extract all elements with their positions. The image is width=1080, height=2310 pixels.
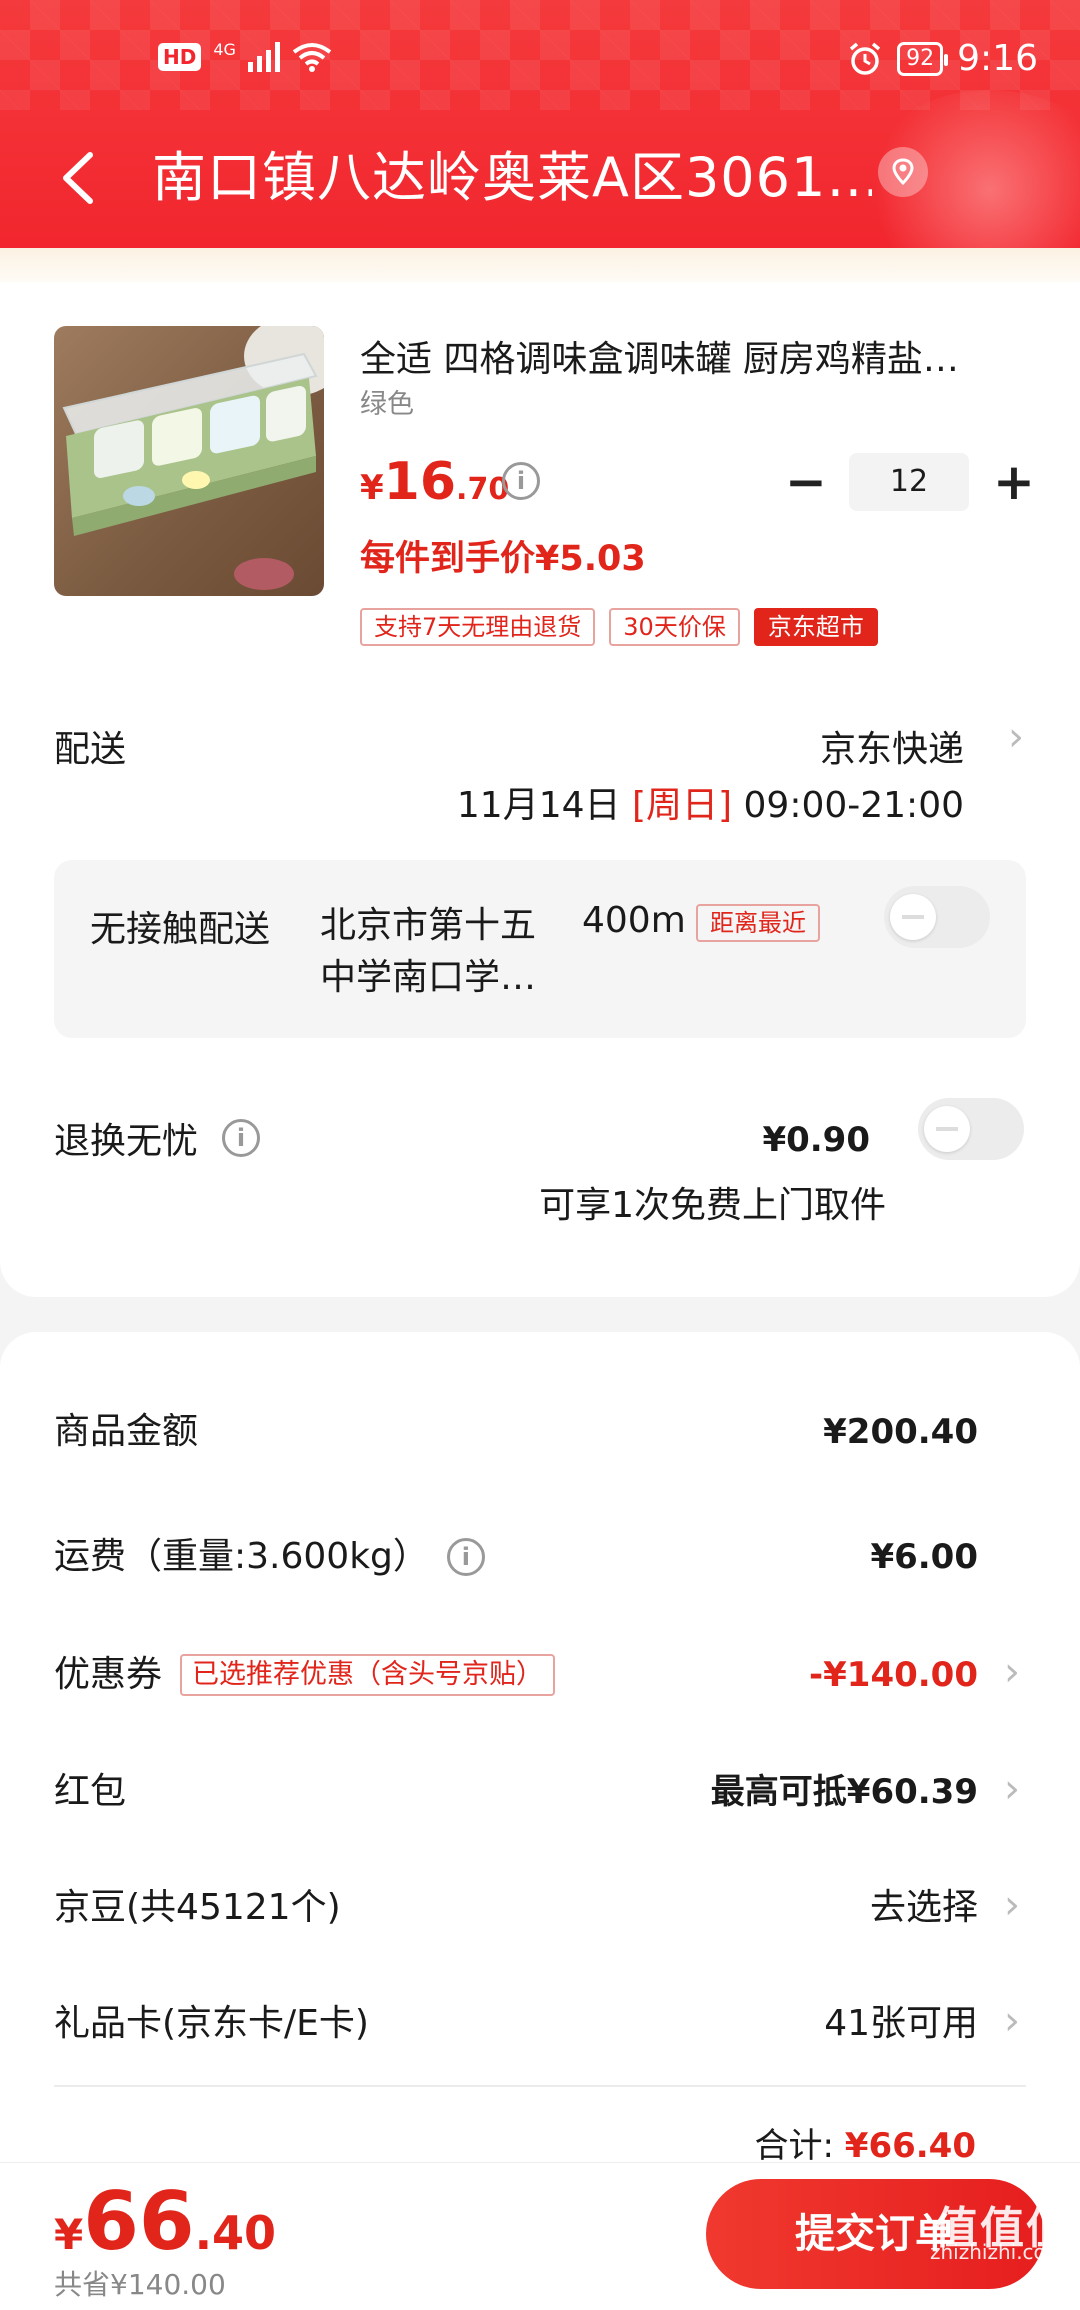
quantity-stepper: − 12 + [785, 452, 1035, 512]
toggle-knob [890, 894, 936, 940]
delivery-address[interactable]: 南口镇八达岭奥莱A区3061… [152, 143, 872, 213]
contactless-toggle[interactable] [884, 886, 990, 948]
gift-card-chevron-icon[interactable]: › [1004, 1998, 1020, 2044]
gift-card-value: 41张可用 [824, 2003, 978, 2044]
nav-bar: 南口镇八达岭奥莱A区3061… [0, 135, 1080, 225]
product-price: ¥16.70 [360, 452, 509, 512]
watermark-url: zhizhizhi.com [930, 2240, 1066, 2264]
total-decimal: .40 [194, 2206, 277, 2260]
total-integer: 66 [83, 2175, 195, 2268]
red-packet-label: 红包 [54, 1771, 127, 1812]
red-packet-chevron-icon[interactable]: › [1004, 1766, 1020, 1812]
location-pin-icon[interactable] [878, 147, 928, 197]
status-bar: HD 4G 92 9:16 [0, 30, 1080, 100]
battery-icon: 92 [897, 41, 949, 76]
return-service-title: 退换无忧 [54, 1121, 199, 1162]
shipping-info-icon[interactable]: i [446, 1538, 485, 1576]
product-image[interactable] [54, 326, 324, 596]
shipping-value: ¥6.00 [870, 1537, 978, 1577]
jd-beans-value: 去选择 [869, 1887, 978, 1928]
signal-icon [247, 41, 280, 72]
coupon-value: -¥140.00 [809, 1655, 978, 1695]
contactless-delivery-box: 无接触配送 北京市第十五中学南口学… 400m 距离最近 [54, 860, 1026, 1038]
hd-badge: HD [158, 42, 202, 71]
coupon-chevron-icon[interactable]: › [1004, 1649, 1020, 1695]
jd-beans-label: 京豆(共45121个) [54, 1887, 341, 1928]
contactless-label: 无接触配送 [90, 909, 271, 950]
tag-price-protect: 30天价保 [609, 608, 740, 646]
return-service-toggle[interactable] [918, 1098, 1024, 1160]
row-red-packet[interactable]: 红包 最高可抵¥60.39 › [54, 1762, 1026, 1822]
unit-price: 每件到手价¥5.03 [360, 539, 646, 579]
row-jd-beans[interactable]: 京豆(共45121个) 去选择 › [54, 1878, 1026, 1938]
spice-box-illustration [62, 326, 324, 590]
service-tags: 支持7天无理由退货 30天价保 京东超市 [360, 608, 878, 646]
delivery-method[interactable]: 京东快递 [820, 720, 964, 772]
subtotal-label: 合计: [754, 2126, 834, 2166]
back-icon[interactable] [52, 143, 112, 213]
row-gift-card[interactable]: 礼品卡(京东卡/E卡) 41张可用 › [54, 1994, 1026, 2054]
clock: 9:16 [957, 38, 1038, 79]
nearest-tag: 距离最近 [696, 904, 820, 942]
total-currency: ¥ [54, 2210, 84, 2259]
red-packet-value: 最高可抵¥60.39 [710, 1772, 978, 1812]
return-service-label: 退换无忧 i [54, 1112, 261, 1164]
quantity-input[interactable]: 12 [849, 453, 969, 511]
return-service-price: ¥0.90 [762, 1120, 870, 1160]
pickup-location: 北京市第十五中学南口学… [320, 905, 537, 998]
return-service-desc: 可享1次免费上门取件 [539, 1185, 886, 1226]
price-currency: ¥ [360, 468, 384, 508]
price-info-icon[interactable]: i [502, 462, 540, 500]
total-price: ¥66.40 [54, 2175, 276, 2268]
return-info-icon[interactable]: i [222, 1119, 261, 1157]
total-saved: 共省¥140.00 [54, 2268, 226, 2301]
wifi-icon [292, 42, 332, 72]
delivery-date: 11月14日 [456, 785, 621, 826]
tag-jd-supermarket: 京东超市 [753, 608, 878, 646]
product-title[interactable]: 全适 四格调味盒调味罐 厨房鸡精盐… [360, 330, 1020, 382]
alarm-icon [850, 42, 881, 75]
row-coupon[interactable]: 优惠券 已选推荐优惠（含头号京贴） -¥140.00 › [54, 1645, 1026, 1705]
delivery-window: 09:00-21:00 [743, 785, 964, 826]
goods-amount-value: ¥200.40 [823, 1412, 978, 1452]
row-shipping: 运费（重量:3.600kg） i ¥6.00 [54, 1527, 1026, 1587]
subtotal-value: ¥66.40 [844, 2126, 976, 2166]
decrease-button[interactable]: − [785, 454, 827, 510]
coupon-label: 优惠券 [54, 1654, 163, 1695]
delivery-time[interactable]: 11月14日 [周日] 09:00-21:00 [457, 776, 964, 828]
coupon-tag: 已选推荐优惠（含头号京贴） [180, 1654, 556, 1696]
delivery-chevron-icon[interactable]: › [1008, 714, 1024, 760]
price-integer: 16 [383, 452, 457, 512]
summary-divider [54, 2085, 1026, 2087]
shipping-label-group: 运费（重量:3.600kg） i [54, 1527, 485, 1587]
toggle-knob [924, 1106, 970, 1152]
network-type: 4G [213, 40, 236, 59]
product-spec: 绿色 [360, 389, 414, 420]
header: HD 4G 92 9:16 南口镇八达岭奥莱A区3061… [0, 0, 1080, 250]
order-item-card: 全适 四格调味盒调味罐 厨房鸡精盐… 绿色 ¥16.70 i − 12 + 每件… [0, 282, 1080, 1297]
shipping-label: 运费（重量:3.600kg） [54, 1536, 429, 1577]
goods-amount-label: 商品金额 [54, 1411, 199, 1452]
increase-button[interactable]: + [993, 454, 1035, 510]
coupon-label-group: 优惠券 已选推荐优惠（含头号京贴） [54, 1645, 556, 1705]
pickup-distance: 400m [582, 900, 686, 941]
row-goods-amount: 商品金额 ¥200.40 [54, 1402, 1026, 1462]
delivery-day: [周日] [631, 785, 733, 826]
delivery-label: 配送 [54, 729, 127, 770]
jd-beans-chevron-icon[interactable]: › [1004, 1882, 1020, 1928]
gift-card-label: 礼品卡(京东卡/E卡) [54, 2003, 369, 2044]
checkout-bar: ¥66.40 共省¥140.00 提交订单 [0, 2162, 1080, 2310]
subtotal: 合计: ¥66.40 [755, 2118, 976, 2167]
tag-7day-return: 支持7天无理由退货 [360, 608, 596, 646]
